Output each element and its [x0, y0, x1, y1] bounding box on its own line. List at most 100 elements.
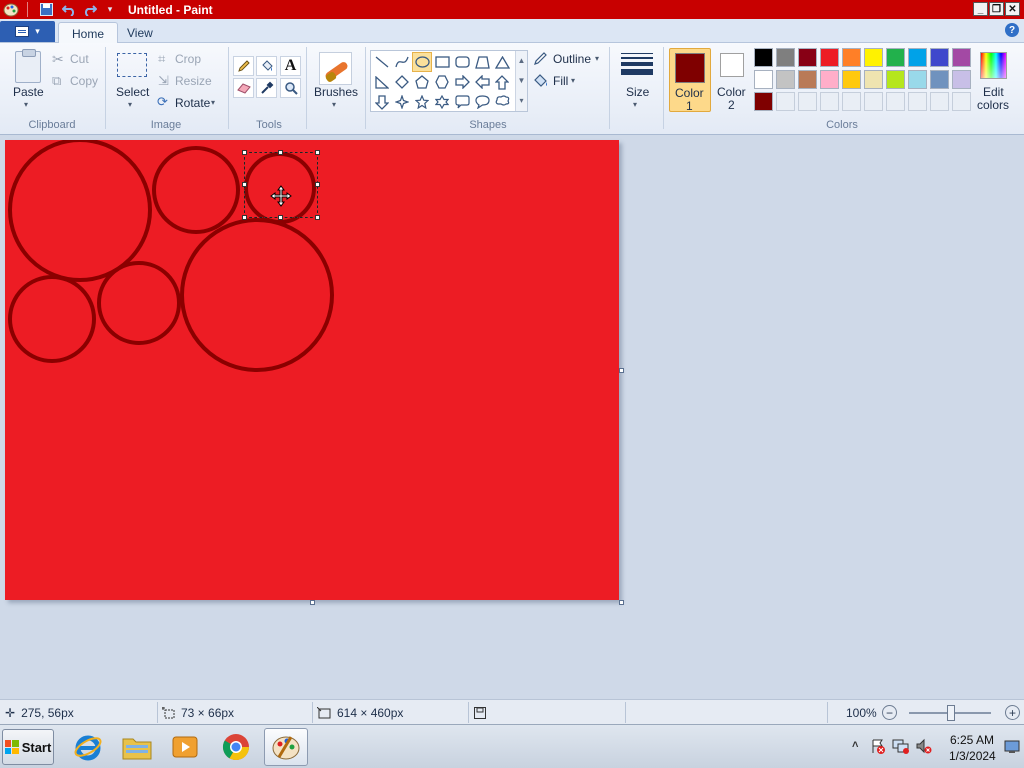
undo-icon[interactable] — [61, 2, 77, 17]
shapes-gallery[interactable]: ▲ ▼ ▾ — [370, 50, 528, 112]
palette-empty-swatch[interactable] — [842, 92, 861, 111]
crop-button[interactable]: Crop — [175, 52, 201, 66]
diamond-shape-icon[interactable] — [392, 72, 412, 92]
palette-empty-swatch[interactable] — [886, 92, 905, 111]
color1-button[interactable]: Color 1 — [669, 48, 711, 113]
chevron-down-icon[interactable]: ▾ — [332, 100, 336, 109]
chevron-down-icon[interactable]: ▾ — [128, 100, 132, 109]
four-point-star-shape-icon[interactable] — [392, 92, 412, 112]
canvas-resize-handle-right[interactable] — [619, 368, 624, 373]
clock-time[interactable]: 6:25 AM — [950, 733, 994, 747]
gallery-expand-icon[interactable]: ▾ — [516, 91, 527, 111]
file-explorer-icon[interactable] — [115, 728, 159, 766]
volume-icon[interactable] — [915, 738, 933, 757]
palette-empty-swatch[interactable] — [952, 92, 971, 111]
color-picker-icon[interactable] — [256, 78, 277, 98]
save-icon[interactable] — [38, 2, 54, 17]
rounded-rectangle-shape-icon[interactable] — [452, 52, 472, 72]
palette-color-swatch[interactable] — [952, 70, 971, 89]
resize-button[interactable]: Resize — [175, 74, 212, 88]
rotate-button[interactable]: Rotate — [175, 96, 210, 110]
fill-bucket-icon[interactable] — [256, 56, 277, 76]
scroll-up-icon[interactable]: ▲ — [516, 51, 527, 71]
rounded-callout-shape-icon[interactable] — [452, 92, 472, 112]
restore-button[interactable]: ❐ — [989, 2, 1004, 16]
up-arrow-shape-icon[interactable] — [492, 72, 512, 92]
right-triangle-shape-icon[interactable] — [372, 72, 392, 92]
canvas-workspace[interactable] — [0, 136, 1024, 698]
paint-app-icon[interactable] — [3, 2, 19, 17]
palette-color-swatch[interactable] — [754, 70, 773, 89]
line-shape-icon[interactable] — [372, 52, 392, 72]
size-button[interactable]: Size — [626, 85, 649, 99]
selection-handle[interactable] — [315, 215, 320, 220]
zoom-in-button[interactable]: + — [1005, 705, 1020, 720]
canvas-resize-handle-corner[interactable] — [619, 600, 624, 605]
palette-color-swatch[interactable] — [930, 70, 949, 89]
cloud-callout-shape-icon[interactable] — [492, 92, 512, 112]
paste-icon[interactable] — [15, 49, 41, 83]
palette-color-swatch[interactable] — [842, 48, 861, 67]
start-button[interactable]: Start — [2, 729, 54, 765]
internet-explorer-icon[interactable] — [66, 728, 110, 766]
palette-empty-swatch[interactable] — [798, 92, 817, 111]
paint-taskbar-icon[interactable] — [264, 728, 308, 766]
selection-handle[interactable] — [242, 215, 247, 220]
palette-color-swatch[interactable] — [864, 48, 883, 67]
palette-color-swatch[interactable] — [886, 48, 905, 67]
edit-colors-icon[interactable] — [980, 52, 1007, 79]
hexagon-shape-icon[interactable] — [432, 72, 452, 92]
palette-empty-swatch[interactable] — [930, 92, 949, 111]
down-arrow-shape-icon[interactable] — [372, 92, 392, 112]
selection-handle[interactable] — [278, 215, 283, 220]
cut-button[interactable]: Cut — [70, 52, 89, 66]
palette-color-swatch[interactable] — [864, 70, 883, 89]
polygon-shape-icon[interactable] — [472, 52, 492, 72]
palette-empty-swatch[interactable] — [908, 92, 927, 111]
selection-handle[interactable] — [315, 150, 320, 155]
line-size-icon[interactable] — [621, 53, 653, 79]
palette-color-swatch[interactable] — [754, 48, 773, 67]
eraser-icon[interactable] — [233, 78, 254, 98]
six-point-star-shape-icon[interactable] — [432, 92, 452, 112]
text-tool-icon[interactable]: A — [280, 56, 301, 76]
palette-color-swatch[interactable] — [930, 48, 949, 67]
brushes-icon[interactable] — [319, 52, 352, 85]
show-desktop-icon[interactable] — [1004, 738, 1020, 757]
right-arrow-shape-icon[interactable] — [452, 72, 472, 92]
zoom-slider-thumb[interactable] — [947, 705, 955, 721]
palette-color-swatch[interactable] — [842, 70, 861, 89]
palette-color-swatch[interactable] — [776, 48, 795, 67]
triangle-shape-icon[interactable] — [492, 52, 512, 72]
paint-menu-button[interactable]: ▾ — [0, 21, 55, 42]
minimize-button[interactable]: _ — [973, 2, 988, 16]
selection-handle[interactable] — [315, 182, 320, 187]
palette-color-swatch[interactable] — [952, 48, 971, 67]
fill-button[interactable]: Fill — [553, 74, 568, 88]
selection-handle[interactable] — [242, 150, 247, 155]
left-arrow-shape-icon[interactable] — [472, 72, 492, 92]
palette-color-swatch[interactable] — [820, 70, 839, 89]
palette-color-swatch[interactable] — [776, 70, 795, 89]
shapes-gallery-scrollbar[interactable]: ▲ ▼ ▾ — [515, 51, 527, 111]
chevron-down-icon[interactable]: ▾ — [24, 100, 28, 109]
palette-color-swatch[interactable] — [798, 48, 817, 67]
chrome-icon[interactable] — [214, 728, 258, 766]
palette-empty-swatch[interactable] — [776, 92, 795, 111]
canvas-resize-handle-bottom[interactable] — [310, 600, 315, 605]
color2-swatch[interactable] — [720, 53, 744, 77]
palette-color-swatch[interactable] — [820, 48, 839, 67]
palette-color-swatch[interactable] — [886, 70, 905, 89]
palette-color-swatch[interactable] — [798, 70, 817, 89]
select-icon[interactable] — [117, 53, 147, 77]
media-player-icon[interactable] — [163, 728, 207, 766]
palette-color-swatch[interactable] — [754, 92, 773, 111]
show-hidden-icons-icon[interactable]: ˄ — [852, 739, 858, 751]
color2-label[interactable]: Color — [717, 85, 746, 99]
pentagon-shape-icon[interactable] — [412, 72, 432, 92]
oval-shape-icon[interactable] — [412, 52, 432, 72]
rectangle-shape-icon[interactable] — [432, 52, 452, 72]
magnifier-icon[interactable] — [280, 78, 301, 98]
chevron-down-icon[interactable]: ▾ — [571, 76, 575, 85]
help-icon[interactable]: ? — [1005, 23, 1019, 37]
